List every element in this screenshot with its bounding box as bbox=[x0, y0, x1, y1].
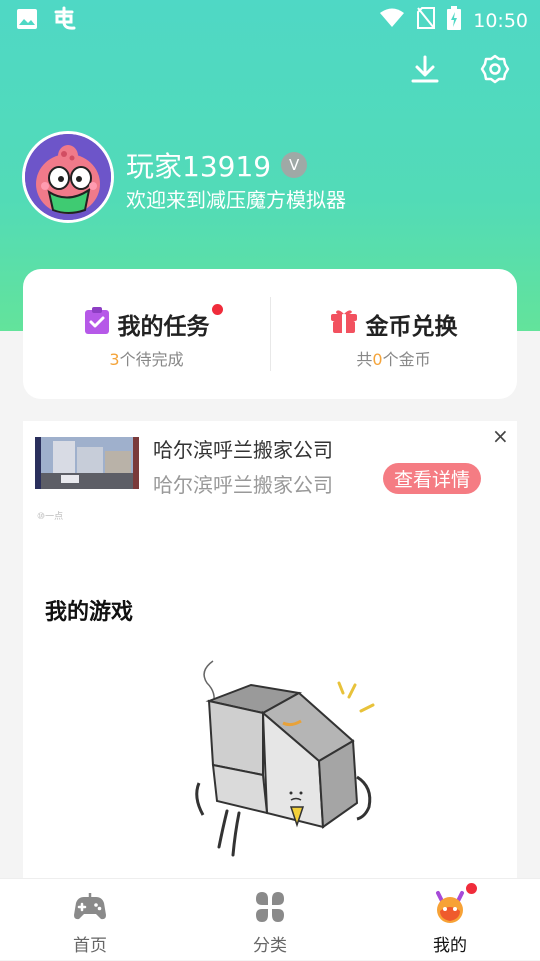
clock-time: 10:50 bbox=[473, 9, 528, 32]
tab-mine[interactable]: 我的 bbox=[360, 879, 540, 961]
gamepad-icon bbox=[72, 889, 108, 925]
tasks-pending-text: 3个待完成 bbox=[23, 346, 270, 370]
coin-exchange-title: 金币兑换 bbox=[365, 314, 458, 340]
settings-icon[interactable] bbox=[480, 54, 510, 88]
app-notification-icon bbox=[52, 6, 78, 36]
coin-count-value: 0 bbox=[372, 350, 383, 369]
devil-face-icon bbox=[432, 889, 468, 925]
mine-notification-dot bbox=[466, 883, 477, 894]
tasks-pending-count: 3 bbox=[109, 350, 120, 369]
gift-icon bbox=[330, 308, 358, 340]
coin-count-text: 共0个金币 bbox=[270, 346, 517, 370]
my-games-title: 我的游戏 bbox=[45, 600, 134, 625]
ad-title[interactable]: 哈尔滨呼兰搬家公司 bbox=[153, 434, 333, 463]
my-tasks-title: 我的任务 bbox=[117, 314, 210, 340]
tab-home[interactable]: 首页 bbox=[0, 879, 180, 961]
tasks-notification-dot bbox=[212, 304, 223, 315]
empty-cube-illustration bbox=[173, 657, 403, 885]
avatar[interactable] bbox=[22, 131, 114, 223]
bottom-tab-bar: 首页 分类 我的 bbox=[0, 878, 540, 960]
gallery-icon bbox=[16, 8, 38, 34]
battery-icon bbox=[447, 6, 462, 35]
tab-category[interactable]: 分类 bbox=[180, 879, 360, 961]
ad-description: 哈尔滨呼兰搬家公司 bbox=[153, 473, 333, 497]
ad-image[interactable] bbox=[35, 437, 139, 489]
ad-source-mark: ⑩一点 bbox=[37, 512, 64, 522]
main-content: 哈尔滨呼兰搬家公司 哈尔滨呼兰搬家公司 查看详情 × ⑩一点 我的游戏 bbox=[23, 421, 517, 881]
category-icon bbox=[252, 889, 288, 925]
ad-view-details-button[interactable]: 查看详情 bbox=[383, 463, 481, 494]
no-sim-icon bbox=[417, 7, 436, 34]
tab-home-label: 首页 bbox=[73, 936, 107, 956]
vip-badge: V bbox=[281, 152, 308, 178]
tab-category-label: 分类 bbox=[253, 936, 287, 956]
ad-close-icon[interactable]: × bbox=[492, 424, 509, 448]
coin-exchange-entry[interactable]: 金币兑换 共0个金币 bbox=[270, 269, 517, 399]
username: 玩家13919 V bbox=[126, 145, 308, 185]
coin-count-prefix: 共 bbox=[356, 350, 373, 369]
username-text: 玩家13919 bbox=[126, 150, 272, 183]
coin-count-suffix: 个金币 bbox=[382, 350, 431, 369]
tasks-pending-suffix: 个待完成 bbox=[119, 350, 184, 369]
tab-mine-label: 我的 bbox=[433, 936, 467, 956]
task-clipboard-icon bbox=[84, 307, 110, 341]
task-coin-card: 我的任务 3个待完成 金币兑换 共0个金币 bbox=[23, 269, 517, 399]
status-bar: 10:50 bbox=[0, 0, 540, 38]
download-icon[interactable] bbox=[410, 54, 440, 88]
my-tasks-entry[interactable]: 我的任务 3个待完成 bbox=[23, 269, 270, 399]
welcome-text: 欢迎来到减压魔方模拟器 bbox=[126, 188, 346, 212]
wifi-icon bbox=[379, 7, 405, 34]
